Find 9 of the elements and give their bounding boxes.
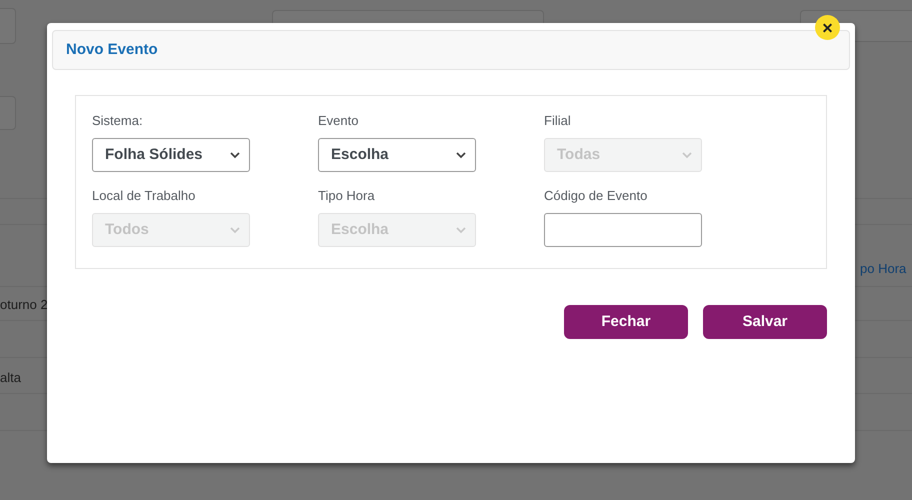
table-cell-text: oturno 2 <box>0 296 48 314</box>
field-label: Código de Evento <box>544 188 648 205</box>
field-label: Filial <box>544 113 572 130</box>
field-label: Local de Trabalho <box>92 188 196 205</box>
dialog-title: Novo Evento <box>66 40 158 60</box>
field-label: Evento <box>318 113 360 130</box>
field-label: Sistema: <box>92 113 144 130</box>
table-cell-text: alta <box>0 369 21 387</box>
field-label: Tipo Hora <box>318 188 376 205</box>
